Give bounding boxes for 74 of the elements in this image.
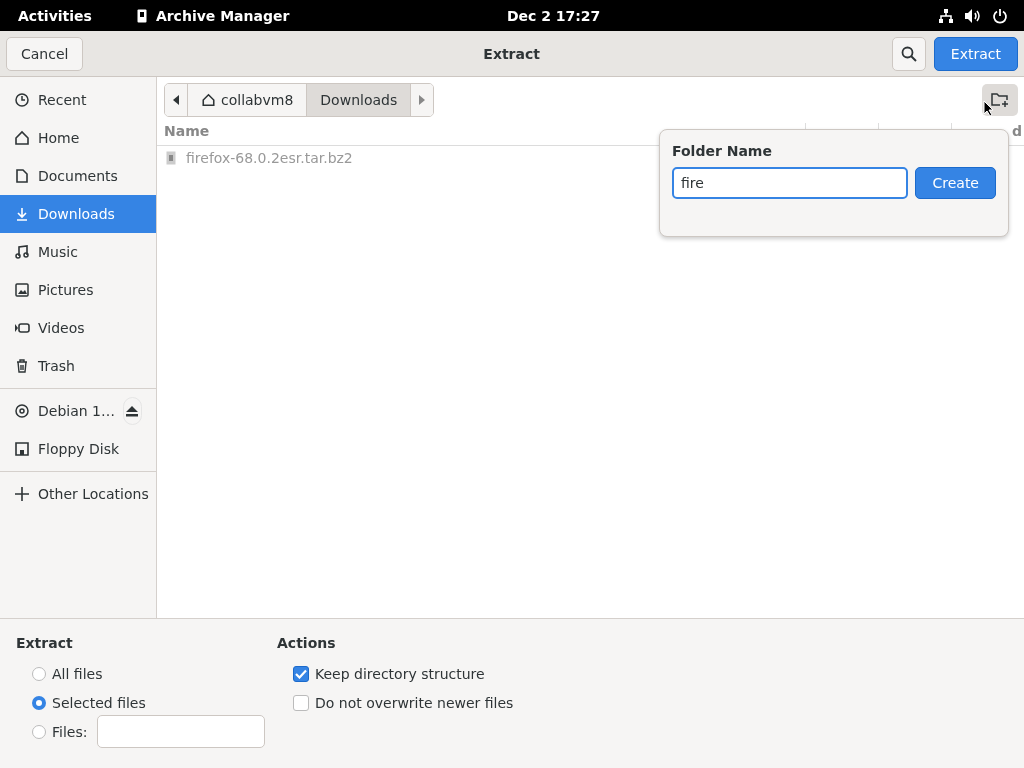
section-title: Actions <box>277 635 337 651</box>
home-icon <box>14 130 30 146</box>
network-icon[interactable] <box>938 7 954 24</box>
eject-icon <box>125 405 140 417</box>
sidebar-label: Music <box>38 244 78 260</box>
sidebar-item[interactable]: Home <box>0 119 156 157</box>
checkbox[interactable] <box>293 665 309 682</box>
sidebar-label: Floppy Disk <box>38 441 120 457</box>
sidebar-item[interactable]: Documents <box>0 157 156 195</box>
disc-icon <box>14 403 30 419</box>
column-header[interactable]: Name <box>164 123 210 141</box>
sidebar-label: Videos <box>38 320 85 336</box>
eject-button[interactable] <box>123 397 142 425</box>
mouse-pointer-icon <box>983 100 994 117</box>
sidebar-item[interactable]: Debian 1… <box>0 392 156 430</box>
search-icon <box>900 45 917 62</box>
sidebar-item[interactable]: Trash <box>0 347 156 385</box>
sidebar-item[interactable]: Pictures <box>0 271 156 309</box>
archive-file-icon <box>166 151 176 165</box>
dialog-title: Extract <box>482 45 541 62</box>
cancel-button[interactable]: Cancel <box>6 36 84 71</box>
plus-icon <box>14 486 30 502</box>
right-arrow-icon <box>419 95 426 105</box>
app-menu[interactable]: Archive Manager <box>155 7 456 24</box>
video-camera-icon <box>14 320 30 336</box>
document-icon <box>14 168 30 184</box>
image-icon <box>14 282 30 298</box>
files-field[interactable] <box>97 715 266 748</box>
sidebar-item[interactable]: Downloads <box>0 195 156 233</box>
checkbox[interactable] <box>293 694 309 711</box>
back-arrow-button[interactable] <box>165 84 188 116</box>
folder-name-label: Folder Name <box>672 143 773 159</box>
sidebar-label: Recent <box>38 92 87 108</box>
radio-button[interactable] <box>32 666 46 681</box>
music-note-icon <box>14 244 30 260</box>
volume-icon[interactable] <box>964 7 982 24</box>
search-button[interactable] <box>891 36 926 71</box>
trash-icon <box>14 358 30 374</box>
forward-arrow-button[interactable] <box>411 84 434 116</box>
sidebar-item[interactable]: Videos <box>0 309 156 347</box>
sidebar-label: Documents <box>38 168 118 184</box>
checkbox-label: Do not overwrite newer files <box>315 694 514 711</box>
create-button[interactable]: Create <box>915 167 996 199</box>
left-arrow-icon <box>173 95 179 105</box>
sidebar-label: Home <box>38 130 80 146</box>
section-title: Extract <box>16 635 74 651</box>
activities-button[interactable]: Activities <box>18 7 92 24</box>
radio-label: All files <box>52 665 103 682</box>
checkbox-label: Keep directory structure <box>315 665 485 682</box>
sidebar-label: Downloads <box>38 206 115 222</box>
folder-name-field[interactable]: fire <box>672 167 909 199</box>
radio-button[interactable] <box>32 695 46 710</box>
download-icon <box>14 206 30 222</box>
archive-icon <box>136 8 147 23</box>
power-icon[interactable] <box>992 7 1008 24</box>
home-icon <box>201 93 216 107</box>
sidebar-item[interactable]: Music <box>0 233 156 271</box>
extract-button[interactable]: Extract <box>933 36 1018 71</box>
sidebar-label: Trash <box>38 358 75 374</box>
sidebar-label: Pictures <box>38 282 94 298</box>
clock[interactable]: Dec 2 17:27 <box>506 7 601 24</box>
radio-button[interactable] <box>32 724 46 739</box>
sidebar-label: Debian 1… <box>38 403 115 419</box>
path-button[interactable]: collabvm8 <box>188 84 308 116</box>
clock-icon <box>14 92 30 108</box>
path-button[interactable]: Downloads <box>307 84 412 116</box>
radio-label: Selected files <box>52 694 146 711</box>
column-header[interactable]: d <box>1011 123 1022 141</box>
folder-plus-icon <box>991 92 1009 108</box>
radio-label: Files: <box>52 723 88 740</box>
sidebar-label: Other Locations <box>38 486 149 502</box>
sidebar-item[interactable]: Other Locations <box>0 475 156 513</box>
sidebar-item[interactable]: Recent <box>0 81 156 119</box>
sidebar-item[interactable]: Floppy Disk <box>0 430 156 468</box>
